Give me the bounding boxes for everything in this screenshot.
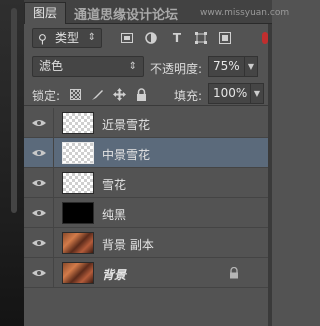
lock-transparent-icon[interactable] <box>68 87 82 101</box>
updown-icon: ⇕ <box>87 32 96 43</box>
filter-kind-select[interactable]: ⚲ 类型 ⇕ <box>32 28 102 48</box>
layer-lock-icon <box>228 266 240 280</box>
shape-filter-icon[interactable] <box>194 31 208 45</box>
visibility-eye-icon[interactable] <box>24 168 54 198</box>
visibility-eye-icon[interactable] <box>24 198 54 228</box>
layer-thumbnail <box>62 112 94 134</box>
watermark-url: www.missyuan.com <box>200 8 290 18</box>
panel-scrollbar[interactable] <box>268 24 272 326</box>
layer-name: 纯黑 <box>102 208 127 222</box>
layer-name: 近景雪花 <box>102 118 151 132</box>
smart-object-filter-icon[interactable] <box>218 31 232 45</box>
tab-layers[interactable]: 图层 <box>24 2 66 24</box>
search-icon: ⚲ <box>38 32 47 46</box>
blend-mode-select[interactable]: 滤色 ⇕ <box>32 56 144 77</box>
lock-label: 锁定: <box>32 89 61 103</box>
lock-position-move-icon[interactable] <box>112 87 126 101</box>
layer-row-background-copy[interactable]: 背景 副本 <box>24 228 272 258</box>
layer-row-pure-black[interactable]: 纯黑 <box>24 198 272 228</box>
filter-row: ⚲ 类型 ⇕ T <box>24 26 272 52</box>
panel-tabbar: 图层 通道思缘设计论坛 www.missyuan.com <box>24 0 289 24</box>
visibility-eye-icon[interactable] <box>24 258 54 288</box>
layer-name: 雪花 <box>102 178 127 192</box>
layer-thumbnail <box>62 172 94 194</box>
canvas-scrollbar[interactable] <box>11 8 17 213</box>
layer-name: 背景 副本 <box>102 238 154 252</box>
layer-row-mid-snow[interactable]: 中景雪花 <box>24 138 272 168</box>
opacity-label: 不透明度: <box>150 62 203 76</box>
layers-list: 近景雪花 中景雪花 雪花 纯黑 背景 副本 背景 <box>24 108 272 288</box>
adjustment-filter-icon[interactable] <box>144 31 158 45</box>
blend-row: 滤色 ⇕ 不透明度: 75% ▼ <box>24 54 272 80</box>
updown-icon: ⇕ <box>128 61 137 72</box>
layer-thumbnail <box>62 262 94 284</box>
lock-pixels-brush-icon[interactable] <box>90 87 104 101</box>
visibility-eye-icon[interactable] <box>24 138 54 168</box>
lock-all-icon[interactable] <box>134 87 148 101</box>
visibility-eye-icon[interactable] <box>24 228 54 258</box>
layer-name: 中景雪花 <box>102 148 151 162</box>
lock-row: 锁定: 填充: 100% ▼ <box>24 82 272 106</box>
layer-thumbnail <box>62 142 94 164</box>
layer-row-near-snow[interactable]: 近景雪花 <box>24 108 272 138</box>
opacity-dropdown-button[interactable]: ▼ <box>244 56 258 77</box>
layer-row-snow[interactable]: 雪花 <box>24 168 272 198</box>
layer-thumbnail <box>62 232 94 254</box>
layers-panel: 图层 通道思缘设计论坛 www.missyuan.com ⚲ 类型 ⇕ T 滤色… <box>24 0 289 326</box>
visibility-eye-icon[interactable] <box>24 108 54 138</box>
canvas-edge <box>0 0 24 326</box>
image-filter-icon[interactable] <box>120 31 134 45</box>
fill-label: 填充: <box>174 89 203 103</box>
layer-row-background[interactable]: 背景 <box>24 258 272 288</box>
filter-kind-label: 类型 <box>55 31 80 45</box>
fill-dropdown-button[interactable]: ▼ <box>250 83 264 104</box>
layer-thumbnail <box>62 202 94 224</box>
layer-name: 背景 <box>102 268 127 282</box>
type-filter-icon[interactable]: T <box>170 31 184 45</box>
fill-input[interactable]: 100% <box>208 83 250 104</box>
blend-mode-value: 滤色 <box>39 59 64 73</box>
watermark-text: 通道思缘设计论坛 <box>74 8 179 23</box>
opacity-input[interactable]: 75% <box>208 56 244 77</box>
